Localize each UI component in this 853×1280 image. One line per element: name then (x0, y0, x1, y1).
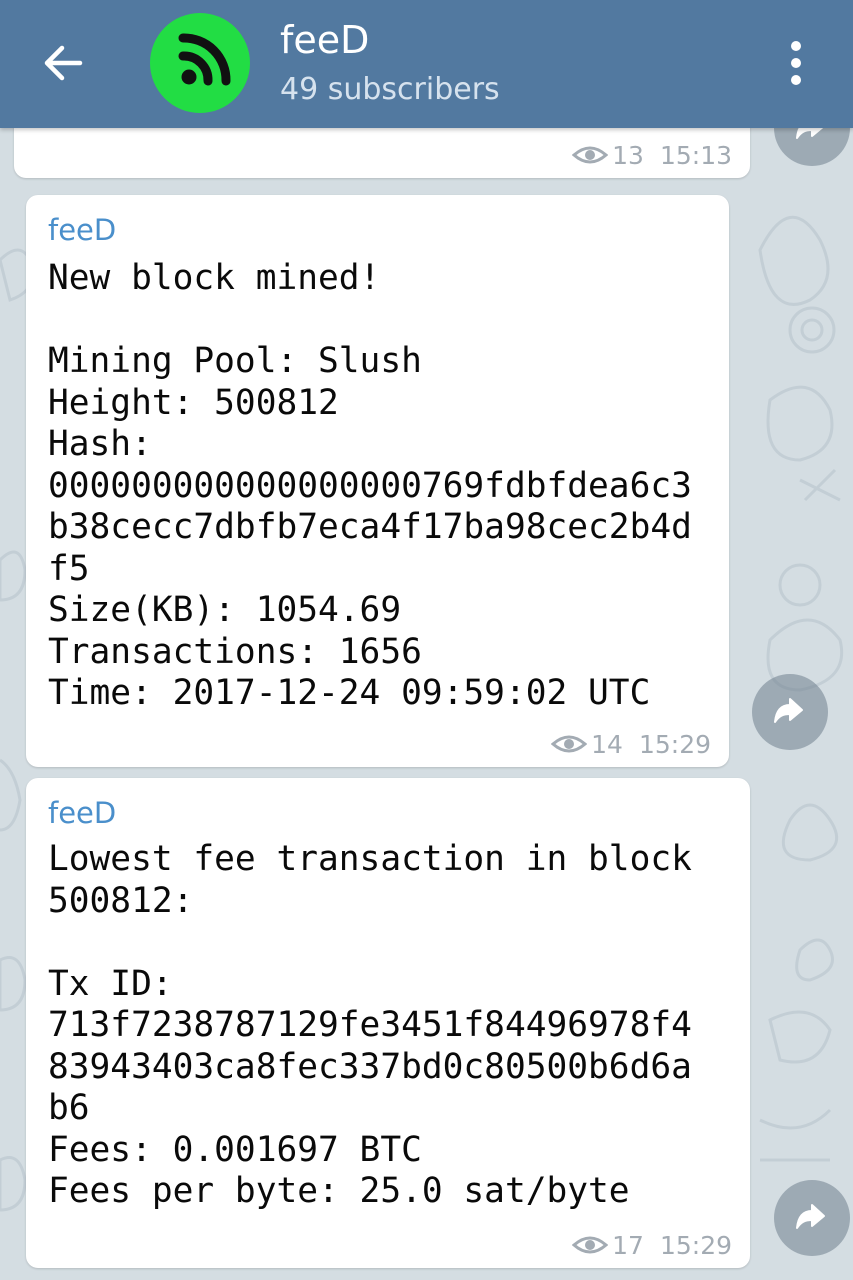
back-button[interactable] (30, 34, 100, 94)
message-bubble[interactable]: feeD New block mined! Mining Pool: Slush… (26, 195, 729, 767)
eye-icon (572, 1236, 609, 1254)
share-arrow-icon (774, 698, 803, 723)
subscriber-count: 49 subscribers (280, 72, 500, 107)
channel-avatar[interactable] (150, 13, 250, 113)
arrow-left-icon (44, 45, 83, 81)
message-time: 15:29 (659, 1230, 732, 1260)
message-time: 15:13 (659, 140, 732, 170)
message-text: New block mined! Mining Pool: Slush Heig… (48, 258, 692, 713)
share-button[interactable] (752, 674, 828, 750)
message-text: Lowest fee transaction in block 500812: … (48, 839, 692, 1211)
share-button[interactable] (774, 1180, 850, 1256)
more-menu-button[interactable] (770, 36, 822, 92)
eye-icon (551, 735, 588, 753)
message-meta: 14 15:29 (551, 729, 711, 759)
channel-header: feeD 49 subscribers (0, 0, 853, 128)
eye-icon (572, 146, 609, 164)
share-arrow-icon (796, 1204, 825, 1229)
sender-name: feeD (48, 213, 117, 247)
channel-title[interactable]: feeD (280, 18, 369, 62)
message-meta: 17 15:29 (572, 1230, 732, 1260)
view-count: 14 (591, 729, 623, 759)
message-time: 15:29 (638, 729, 711, 759)
sender-name: feeD (48, 796, 117, 830)
message-bubble[interactable]: feeD Lowest fee transaction in block 500… (26, 778, 750, 1268)
message-meta: 13 15:13 (572, 140, 732, 170)
rss-feed-icon (178, 33, 231, 86)
view-count: 17 (612, 1230, 644, 1260)
view-count: 13 (612, 140, 644, 170)
more-vertical-icon (791, 41, 801, 85)
